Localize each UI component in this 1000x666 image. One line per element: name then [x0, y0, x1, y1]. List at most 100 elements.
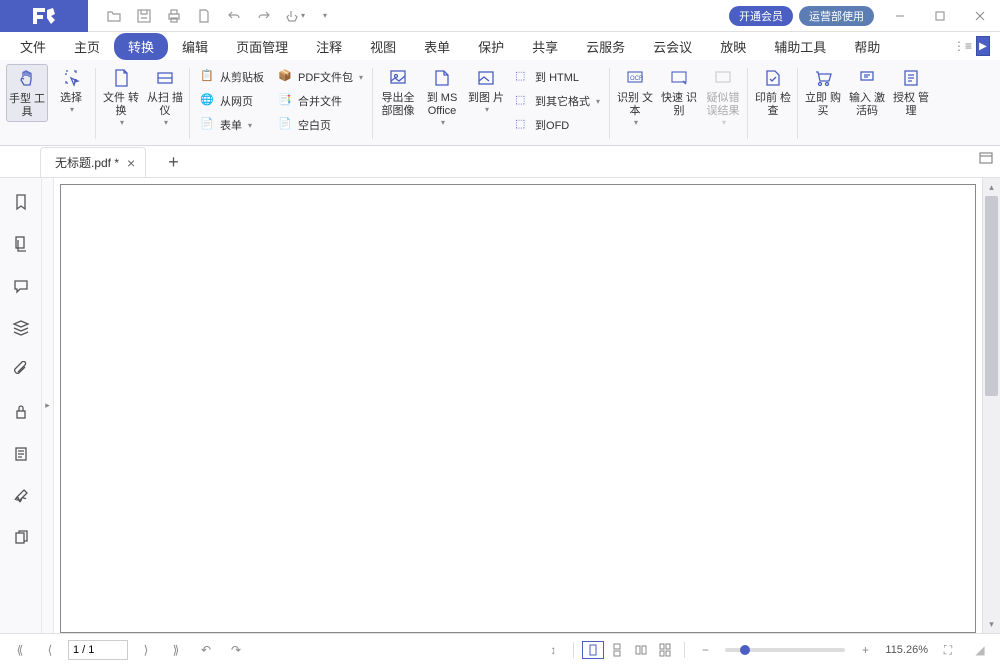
clipboard-icon: 📋: [200, 69, 216, 85]
next-page-button[interactable]: ⟩: [134, 640, 158, 660]
qat-more-icon[interactable]: ▾: [310, 4, 338, 28]
to-ofd-button[interactable]: ⬚到OFD: [513, 114, 602, 136]
touch-icon[interactable]: ▾: [280, 4, 308, 28]
membership-pill[interactable]: 开通会员: [729, 6, 793, 26]
menu-cloud[interactable]: 云服务: [572, 33, 639, 60]
scroll-track[interactable]: [983, 196, 1000, 615]
menu-protect[interactable]: 保护: [464, 33, 518, 60]
pdf-package-button[interactable]: 📦PDF文件包▾: [276, 66, 365, 88]
from-web-button[interactable]: 🌐从网页: [198, 90, 266, 112]
to-ms-office-label: 到 MS Office: [421, 92, 463, 118]
preflight-label: 印前 检查: [752, 92, 794, 118]
resize-grip[interactable]: ◢: [968, 640, 992, 660]
layers-panel-button[interactable]: [9, 316, 33, 340]
copy-panel-button[interactable]: [9, 526, 33, 550]
save-icon[interactable]: [130, 4, 158, 28]
blank-page-button[interactable]: 📄空白页: [276, 114, 365, 136]
page-input[interactable]: [68, 640, 128, 660]
export-images-button[interactable]: 导出全 部图像: [377, 64, 419, 138]
menu-convert[interactable]: 转换: [114, 33, 168, 60]
continuous-facing-view[interactable]: [654, 641, 676, 659]
menu-form[interactable]: 表单: [410, 33, 464, 60]
menu-tools[interactable]: 辅助工具: [760, 33, 840, 60]
document-tab[interactable]: 无标题.pdf * ×: [40, 147, 146, 177]
from-clipboard-button[interactable]: 📋从剪贴板: [198, 66, 266, 88]
menu-share[interactable]: 共享: [518, 33, 572, 60]
buy-now-button[interactable]: 立即 购买: [802, 64, 844, 120]
menu-annotate[interactable]: 注释: [302, 33, 356, 60]
bookmark-panel-button[interactable]: [9, 190, 33, 214]
to-other-button[interactable]: ⬚到其它格式▾: [513, 90, 602, 112]
other-format-icon: ⬚: [515, 93, 531, 109]
ocr-text-button[interactable]: OCR 识别 文本▾: [614, 64, 656, 129]
to-html-button[interactable]: ⬚到 HTML: [513, 66, 602, 88]
new-tab-button[interactable]: +: [164, 148, 183, 177]
select-tool-button[interactable]: 选择 ▾: [50, 64, 92, 122]
fit-page-button[interactable]: ⛶: [936, 640, 960, 660]
menu-file[interactable]: 文件: [6, 33, 60, 60]
activation-code-button[interactable]: 输入 激活码: [846, 64, 888, 120]
attachments-panel-button[interactable]: [9, 358, 33, 382]
new-doc-icon[interactable]: [190, 4, 218, 28]
pages-panel-button[interactable]: [9, 232, 33, 256]
export-images-label: 导出全 部图像: [377, 92, 419, 118]
hand-tool-button[interactable]: 手型 工具: [6, 64, 48, 122]
sidebar-collapse-button[interactable]: ▸: [42, 178, 54, 633]
zoom-slider[interactable]: [725, 648, 845, 652]
menu-overflow-icon[interactable]: ⋮≡: [953, 39, 972, 53]
prev-page-button[interactable]: ⟨: [38, 640, 62, 660]
zoom-level[interactable]: 115.26%: [885, 644, 928, 656]
comments-panel-button[interactable]: [9, 274, 33, 298]
open-icon[interactable]: [100, 4, 128, 28]
scroll-down-button[interactable]: ▾: [983, 615, 1000, 633]
reflow-button[interactable]: ↕: [541, 640, 565, 660]
maximize-button[interactable]: [920, 0, 960, 32]
zoom-slider-thumb[interactable]: [740, 645, 750, 655]
zoom-out-button[interactable]: −: [693, 640, 717, 660]
nav-forward-button[interactable]: ↷: [224, 640, 248, 660]
document-canvas[interactable]: [60, 184, 976, 633]
continuous-view[interactable]: [606, 641, 628, 659]
close-button[interactable]: [960, 0, 1000, 32]
menu-present[interactable]: 放映: [706, 33, 760, 60]
tab-options-icon[interactable]: [978, 150, 994, 166]
menu-help[interactable]: 帮助: [840, 33, 894, 60]
nav-back-button[interactable]: ↶: [194, 640, 218, 660]
menu-home[interactable]: 主页: [60, 33, 114, 60]
from-scanner-button[interactable]: 从扫 描仪▾: [144, 64, 186, 129]
menu-view[interactable]: 视图: [356, 33, 410, 60]
security-panel-button[interactable]: [9, 400, 33, 424]
form-button[interactable]: 📄表单▾: [198, 114, 266, 136]
menu-edit[interactable]: 编辑: [168, 33, 222, 60]
scroll-up-button[interactable]: ▴: [983, 178, 1000, 196]
operations-pill[interactable]: 运营部使用: [799, 6, 874, 26]
quick-ocr-icon: [667, 66, 691, 90]
to-ms-office-button[interactable]: 到 MS Office▾: [421, 64, 463, 138]
ocr-text-label: 识别 文本: [614, 92, 656, 118]
scroll-thumb[interactable]: [985, 196, 998, 396]
menu-meeting[interactable]: 云会议: [639, 33, 706, 60]
quick-ocr-button[interactable]: 快速 识别: [658, 64, 700, 129]
first-page-button[interactable]: ⟪: [8, 640, 32, 660]
preflight-button[interactable]: 印前 检查: [752, 64, 794, 120]
tab-close-button[interactable]: ×: [127, 155, 135, 171]
merge-files-button[interactable]: 📑合并文件: [276, 90, 365, 112]
facing-view[interactable]: [630, 641, 652, 659]
key-icon: [855, 66, 879, 90]
menu-scroll-right[interactable]: ▶: [976, 36, 990, 56]
license-mgmt-label: 授权 管理: [890, 92, 932, 118]
last-page-button[interactable]: ⟫: [164, 640, 188, 660]
license-mgmt-button[interactable]: 授权 管理: [890, 64, 932, 120]
file-convert-button[interactable]: 文件 转换▾: [100, 64, 142, 129]
fields-panel-button[interactable]: [9, 442, 33, 466]
minimize-button[interactable]: [880, 0, 920, 32]
undo-icon[interactable]: [220, 4, 248, 28]
to-image-button[interactable]: 到图 片▾: [465, 64, 507, 138]
zoom-in-button[interactable]: +: [853, 640, 877, 660]
signature-panel-button[interactable]: [9, 484, 33, 508]
menu-pages[interactable]: 页面管理: [222, 33, 302, 60]
single-page-view[interactable]: [582, 641, 604, 659]
ocr-icon: OCR: [623, 66, 647, 90]
print-icon[interactable]: [160, 4, 188, 28]
redo-icon[interactable]: [250, 4, 278, 28]
